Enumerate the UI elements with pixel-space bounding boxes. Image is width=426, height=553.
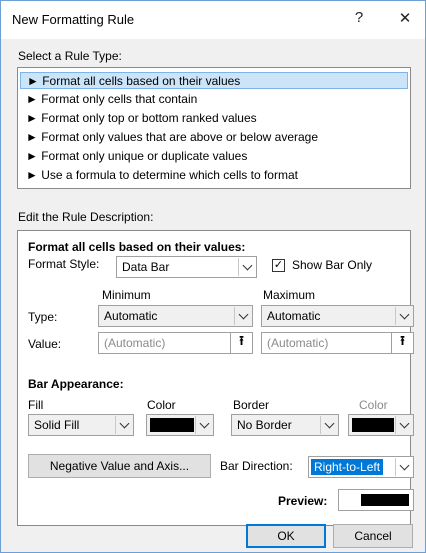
fill-type-dropdown[interactable]: Solid Fill: [28, 414, 134, 436]
format-style-label: Format Style:: [28, 257, 100, 271]
chevron-down-icon: [234, 307, 251, 325]
minimum-type-dropdown[interactable]: Automatic: [98, 305, 253, 327]
show-bar-only-checkbox[interactable]: ✓: [272, 259, 285, 272]
cancel-button[interactable]: Cancel: [333, 524, 413, 548]
border-label: Border: [233, 398, 270, 412]
preview-label: Preview:: [278, 494, 328, 508]
new-formatting-rule-dialog: New Formatting Rule ? ✕ Select a Rule Ty…: [0, 0, 426, 553]
bar-direction-dropdown[interactable]: Right-to-Left: [308, 456, 414, 478]
dialog-title: New Formatting Rule: [12, 12, 135, 27]
rule-type-item[interactable]: ► Format only cells that contain: [20, 91, 408, 108]
bar-appearance-label: Bar Appearance:: [28, 377, 124, 391]
format-style-value: Data Bar: [122, 260, 170, 274]
collapse-dialog-icon[interactable]: ⭱: [391, 333, 413, 353]
preview-data-bar: [361, 494, 409, 506]
bar-direction-value: Right-to-Left: [311, 459, 384, 475]
description-heading: Format all cells based on their values:: [28, 240, 246, 254]
show-bar-only-label[interactable]: Show Bar Only: [292, 258, 372, 272]
maximum-type-value: Automatic: [267, 309, 321, 323]
chevron-down-icon: [115, 416, 132, 434]
rule-type-list[interactable]: ► Format all cells based on their values…: [17, 67, 411, 189]
negative-value-and-axis-button[interactable]: Negative Value and Axis...: [28, 454, 211, 478]
rule-type-item[interactable]: ► Format all cells based on their values: [20, 72, 408, 89]
select-rule-type-label: Select a Rule Type:: [18, 49, 122, 63]
minimum-value-input[interactable]: (Automatic) ⭱: [98, 332, 253, 354]
maximum-value-input[interactable]: (Automatic) ⭱: [261, 332, 414, 354]
rule-type-item[interactable]: ► Format only unique or duplicate values: [20, 148, 408, 165]
minimum-type-value: Automatic: [104, 309, 158, 323]
chevron-down-icon: [395, 416, 412, 434]
help-button[interactable]: ?: [349, 9, 369, 26]
border-color-label: Color: [359, 398, 388, 412]
border-color-swatch: [352, 418, 394, 432]
value-label: Value:: [28, 337, 62, 351]
maximum-value-text: (Automatic): [267, 336, 329, 350]
format-style-dropdown[interactable]: Data Bar: [116, 256, 257, 278]
chevron-down-icon: [238, 258, 255, 276]
rule-type-item[interactable]: ► Format only values that are above or b…: [20, 129, 408, 146]
bar-direction-label: Bar Direction:: [220, 459, 293, 473]
chevron-down-icon: [395, 307, 412, 325]
border-type-value: No Border: [237, 418, 292, 432]
rule-type-item[interactable]: ► Use a formula to determine which cells…: [20, 167, 408, 184]
fill-color-label: Color: [147, 398, 176, 412]
maximum-type-dropdown[interactable]: Automatic: [261, 305, 414, 327]
fill-label: Fill: [28, 398, 44, 412]
fill-color-picker[interactable]: [146, 414, 214, 436]
rule-description-panel: Format all cells based on their values: …: [17, 230, 414, 526]
border-type-dropdown[interactable]: No Border: [231, 414, 339, 436]
rule-type-item[interactable]: ► Format only top or bottom ranked value…: [20, 110, 408, 127]
collapse-dialog-icon[interactable]: ⭱: [230, 333, 252, 353]
chevron-down-icon: [320, 416, 337, 434]
edit-rule-description-label: Edit the Rule Description:: [18, 210, 154, 224]
border-color-picker[interactable]: [348, 414, 414, 436]
chevron-down-icon: [395, 458, 412, 476]
maximum-label: Maximum: [263, 288, 316, 302]
chevron-down-icon: [195, 416, 212, 434]
fill-type-value: Solid Fill: [34, 418, 80, 432]
fill-color-swatch: [150, 418, 194, 432]
ok-button[interactable]: OK: [246, 524, 326, 548]
preview-box: [338, 489, 414, 511]
minimum-label: Minimum: [102, 288, 151, 302]
close-icon[interactable]: ✕: [395, 9, 415, 27]
type-label: Type:: [28, 310, 58, 324]
minimum-value-text: (Automatic): [104, 336, 166, 350]
title-bar: New Formatting Rule ? ✕: [1, 1, 425, 39]
